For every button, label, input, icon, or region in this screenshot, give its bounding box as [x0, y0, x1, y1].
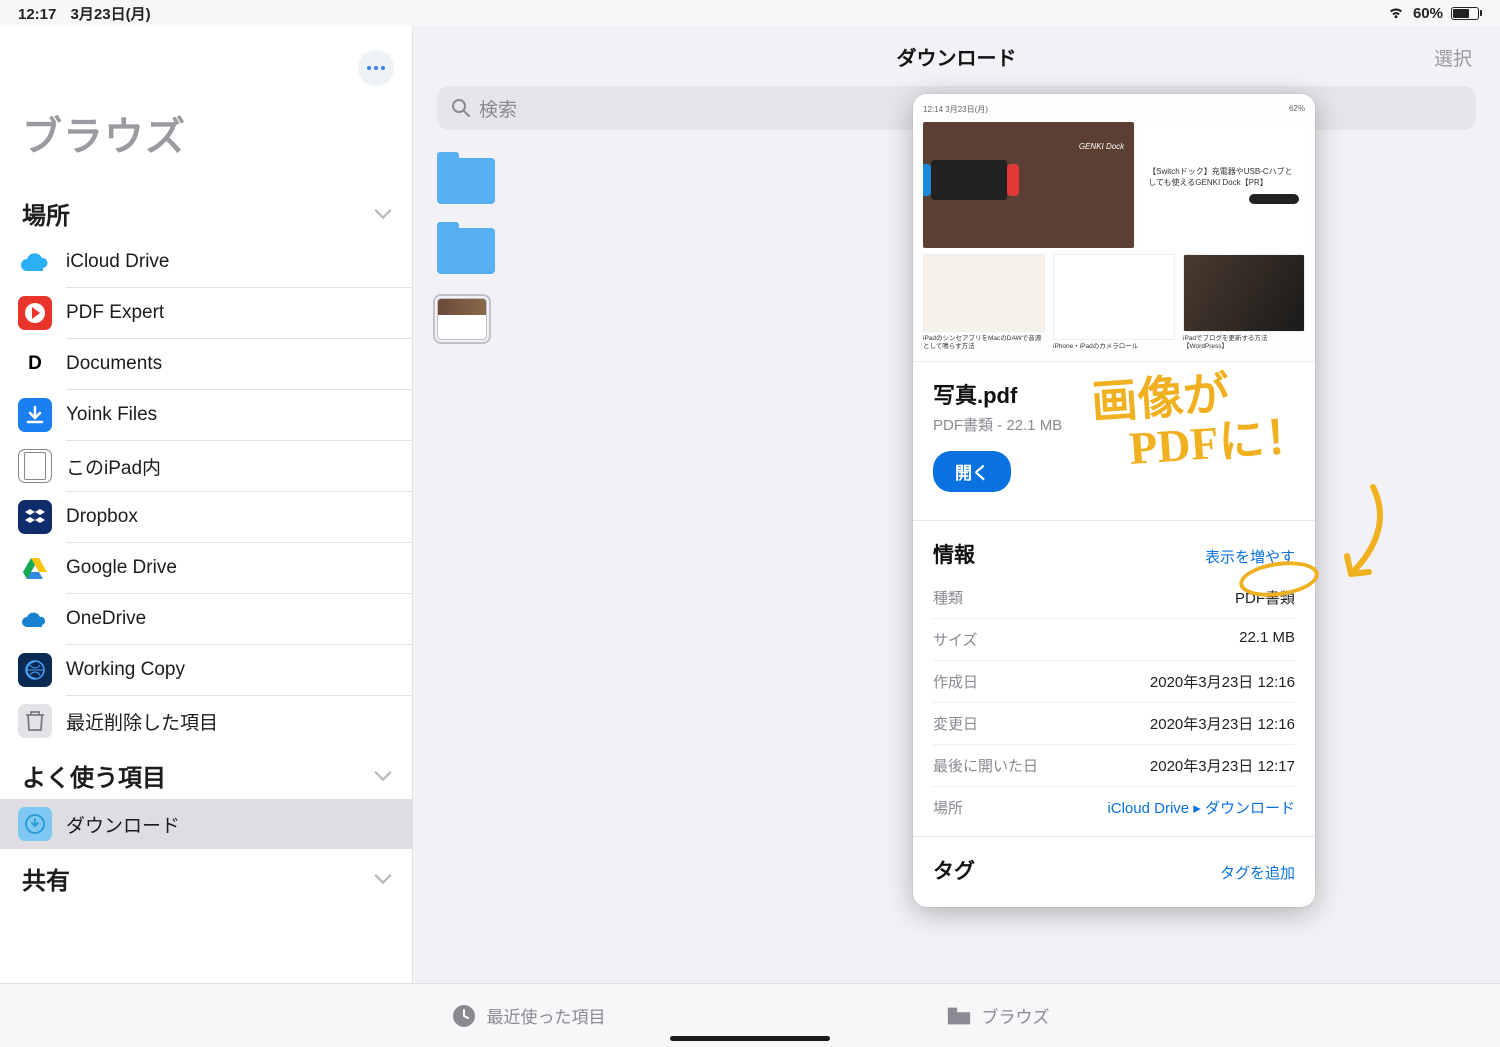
sidebar-item-label: Dropbox: [66, 506, 138, 528]
select-button[interactable]: 選択: [1434, 44, 1472, 71]
sidebar-title: ブラウズ: [0, 26, 412, 184]
battery-icon: [1451, 7, 1482, 20]
file-preview-thumbnail[interactable]: 12:14 3月23日(月)62% GENKI Dock 【Switchドック】…: [913, 94, 1315, 362]
location-link[interactable]: iCloud Drive ▸ ダウンロード: [1107, 797, 1295, 818]
sidebar-item-google-drive[interactable]: Google Drive: [0, 543, 412, 593]
tab-recent[interactable]: 最近使った項目: [451, 1003, 606, 1029]
sidebar-item-documents[interactable]: D Documents: [0, 339, 412, 389]
sidebar-item-label: iCloud Drive: [66, 251, 169, 273]
onedrive-icon: [18, 602, 52, 636]
tab-bar: 最近使った項目 ブラウズ: [0, 983, 1500, 1047]
chevron-down-icon: [374, 770, 392, 782]
sidebar-item-onedrive[interactable]: OneDrive: [0, 594, 412, 644]
status-date: 3月23日(月): [71, 6, 151, 23]
more-button[interactable]: [358, 50, 394, 86]
search-icon: [451, 98, 471, 118]
add-tag-link[interactable]: タグを追加: [1220, 862, 1295, 883]
sidebar-item-dropbox[interactable]: Dropbox: [0, 492, 412, 542]
file-subtitle: PDF書類 - 22.1 MB: [933, 414, 1295, 435]
folder-item[interactable]: [437, 228, 495, 274]
search-placeholder: 検索: [479, 95, 517, 122]
folder-item[interactable]: [437, 158, 495, 204]
info-row-size: サイズ22.1 MB: [913, 619, 1315, 660]
file-item-selected[interactable]: [437, 298, 487, 340]
content-area: ダウンロード 選択 検索 12:14 3月23日(月)62%: [413, 26, 1500, 983]
working-copy-icon: [18, 653, 52, 687]
pdf-expert-icon: [18, 296, 52, 330]
tab-browse[interactable]: ブラウズ: [946, 1003, 1050, 1029]
sidebar-item-label: Documents: [66, 353, 162, 375]
sidebar-item-label: ダウンロード: [66, 811, 180, 838]
sidebar-item-label: Google Drive: [66, 557, 177, 579]
info-header: 情報: [933, 539, 975, 569]
clock-icon: [451, 1003, 477, 1029]
sidebar-item-label: 最近削除した項目: [66, 708, 218, 735]
ipad-icon: [18, 449, 52, 483]
info-row-modified: 変更日2020年3月23日 12:16: [913, 703, 1315, 744]
sidebar-item-pdf-expert[interactable]: PDF Expert: [0, 288, 412, 338]
dropbox-icon: [18, 500, 52, 534]
trash-icon: [18, 704, 52, 738]
shared-header[interactable]: 共有: [0, 849, 412, 902]
info-row-opened: 最後に開いた日2020年3月23日 12:17: [913, 745, 1315, 786]
battery-percent: 60%: [1413, 5, 1443, 22]
home-indicator[interactable]: [670, 1036, 830, 1041]
favorites-header[interactable]: よく使う項目: [0, 746, 412, 799]
sidebar-item-label: OneDrive: [66, 608, 146, 630]
chevron-down-icon: [374, 873, 392, 885]
google-drive-icon: [18, 551, 52, 585]
status-bar: 12:17 3月23日(月) 60%: [0, 0, 1500, 26]
tags-header: タグ: [933, 855, 975, 885]
status-time: 12:17: [18, 6, 56, 23]
sidebar-item-label: Yoink Files: [66, 404, 157, 426]
downloads-icon: [18, 807, 52, 841]
open-button[interactable]: 開く: [933, 451, 1011, 492]
sidebar-item-icloud-drive[interactable]: iCloud Drive: [0, 237, 412, 287]
info-row-created: 作成日2020年3月23日 12:16: [913, 661, 1315, 702]
sidebar-item-working-copy[interactable]: Working Copy: [0, 645, 412, 695]
sidebar-item-label: Working Copy: [66, 659, 185, 681]
icloud-icon: [18, 245, 52, 279]
page-title: ダウンロード: [897, 42, 1017, 71]
show-more-link[interactable]: 表示を増やす: [1205, 546, 1295, 567]
info-row-location: 場所iCloud Drive ▸ ダウンロード: [913, 787, 1315, 828]
documents-icon: D: [18, 347, 52, 381]
yoink-icon: [18, 398, 52, 432]
annotation-arrow-icon: [1333, 482, 1393, 592]
sidebar-item-downloads[interactable]: ダウンロード: [0, 799, 412, 849]
sidebar-item-yoink[interactable]: Yoink Files: [0, 390, 412, 440]
locations-header[interactable]: 場所: [0, 184, 412, 237]
file-info-popover: 12:14 3月23日(月)62% GENKI Dock 【Switchドック】…: [913, 94, 1315, 907]
chevron-down-icon: [374, 208, 392, 220]
sidebar: ブラウズ 場所 iCloud Drive PDF Expert D Docume…: [0, 26, 413, 983]
info-row-kind: 種類PDF書類: [913, 577, 1315, 618]
file-name: 写真.pdf: [933, 378, 1295, 410]
wifi-icon: [1387, 6, 1405, 20]
sidebar-item-on-ipad[interactable]: このiPad内: [0, 441, 412, 491]
sidebar-item-label: このiPad内: [66, 453, 161, 480]
folder-icon: [946, 1003, 972, 1029]
sidebar-item-label: PDF Expert: [66, 302, 164, 324]
sidebar-item-recently-deleted[interactable]: 最近削除した項目: [0, 696, 412, 746]
